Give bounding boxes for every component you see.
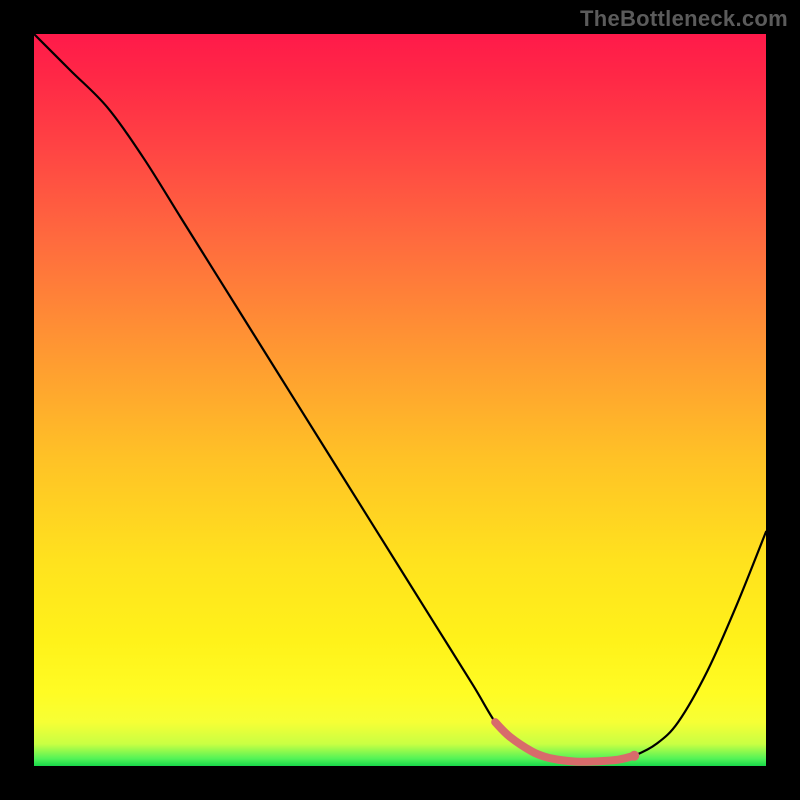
curve-svg [34,34,766,766]
bottleneck-curve [34,34,766,762]
plot-area [34,34,766,766]
highlight-segment [495,722,634,762]
chart-canvas: TheBottleneck.com [0,0,800,800]
watermark-text: TheBottleneck.com [580,6,788,32]
highlight-dot [629,751,639,761]
